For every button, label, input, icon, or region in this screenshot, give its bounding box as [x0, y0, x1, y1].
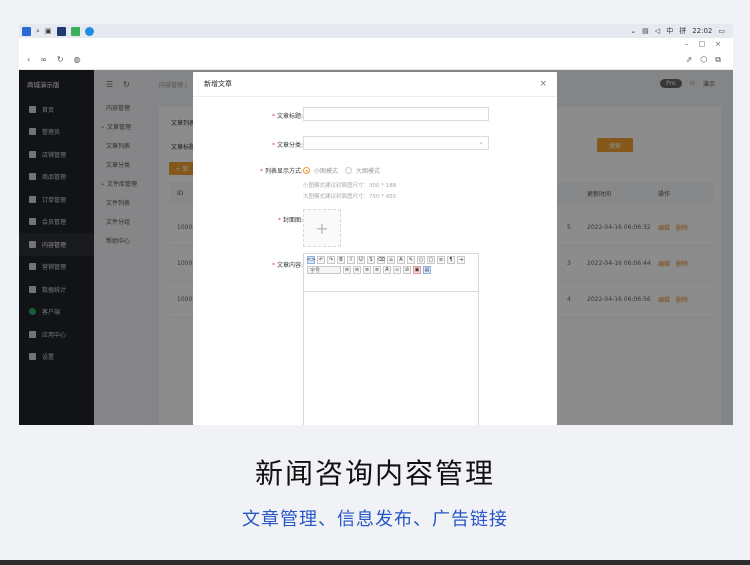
editor-toolbar: <> ↶ ↷ B I U S ⌫ ⌂ A ✎ ○ ▢ ≡ ¶ ⇥ 字号 ≡ ≡ … — [304, 254, 478, 292]
align-left-icon[interactable]: ≡ — [343, 266, 351, 274]
windows-icon[interactable] — [22, 26, 31, 36]
unlink-icon[interactable]: ⊘ — [403, 266, 411, 274]
tray-chevron-icon[interactable]: ⌄ — [630, 27, 636, 35]
redo-icon[interactable]: ↷ — [327, 256, 335, 264]
browser-toolbar: ‹ ∞ ↻ ◍ ⇗ ⬡ ⧉ — [19, 50, 733, 70]
line-height-icon[interactable]: ≡ — [437, 256, 445, 264]
page-title: 新闻咨询内容管理 — [254, 457, 495, 490]
italic-icon[interactable]: I — [347, 256, 355, 264]
ime-mode-badge[interactable]: 拼 — [679, 26, 686, 36]
minimize-button[interactable]: – — [685, 40, 689, 48]
volume-icon[interactable]: ◁ — [655, 27, 660, 35]
case-icon[interactable]: A — [383, 266, 391, 274]
bottom-divider — [0, 560, 750, 565]
html-icon[interactable]: <> — [307, 256, 315, 264]
clear-icon[interactable]: ○ — [417, 256, 425, 264]
cover-upload-button[interactable]: + — [303, 209, 341, 247]
ime-indicator[interactable]: 中 — [666, 26, 673, 36]
task-view-icon[interactable]: ▣ — [45, 27, 52, 35]
display-mode-label: * 列表显示方式: — [259, 168, 303, 175]
link-icon[interactable]: ∞ — [40, 55, 47, 64]
maximize-button[interactable]: □ — [699, 40, 706, 48]
format-brush-icon[interactable]: ⌂ — [387, 256, 395, 264]
globe-icon[interactable]: ◍ — [74, 55, 81, 64]
title-label: * 文章标题: — [271, 113, 303, 120]
indent-icon[interactable]: ⇥ — [457, 256, 465, 264]
pages-icon[interactable]: ⧉ — [715, 55, 721, 65]
network-icon[interactable]: ▤ — [642, 27, 649, 35]
undo-icon[interactable]: ↶ — [317, 256, 325, 264]
align-right-icon[interactable]: ≡ — [363, 266, 371, 274]
bold-icon[interactable]: B — [337, 256, 345, 264]
add-article-modal: 新增文章 × * 文章标题: * 文章分类: ⌄ * 列表显示方式: 小图模式 大图模… — [193, 72, 557, 425]
underline-icon[interactable]: U — [357, 256, 365, 264]
font-size-select[interactable]: 字号 — [307, 266, 341, 274]
notification-icon[interactable]: ▭ — [718, 27, 725, 35]
hint-small: 小图模式建议封面图尺寸：300 * 188 — [303, 183, 397, 189]
close-window-button[interactable]: × — [715, 40, 721, 48]
edge-icon[interactable] — [84, 26, 94, 36]
modal-title: 新增文章 — [193, 72, 557, 97]
category-select[interactable]: ⌄ — [303, 136, 489, 150]
cover-label: * 封面图: — [277, 217, 303, 224]
paragraph-icon[interactable]: ¶ — [447, 256, 455, 264]
eraser-icon[interactable]: ⌫ — [377, 256, 385, 264]
system-taskbar: ⌕ ▣ ⌄ ▤ ◁ 中 拼 22:02 ▭ — [19, 24, 733, 38]
admin-app: 商城演示版 首页 管理员 店铺管理 商品管理 订单管理 会员管理 内容管理 营销… — [19, 70, 733, 425]
share-icon[interactable]: ⇗ — [686, 55, 693, 65]
clock[interactable]: 22:02 — [692, 27, 712, 35]
chevron-down-icon: ⌄ — [478, 138, 484, 146]
radio-small-mode[interactable]: 小图模式 — [303, 166, 338, 175]
box-icon[interactable]: ⬡ — [700, 55, 707, 65]
screen: ⌕ ▣ ⌄ ▤ ◁ 中 拼 22:02 ▭ – □ × ‹ ∞ ↻ ◍ ⇗ ⬡ … — [0, 0, 750, 565]
search-icon[interactable]: ⌕ — [36, 27, 40, 36]
category-label: * 文章分类: — [271, 142, 303, 149]
reload-icon[interactable]: ↻ — [57, 55, 64, 64]
highlight-icon[interactable]: ✎ — [407, 256, 415, 264]
align-justify-icon[interactable]: ≡ — [373, 266, 381, 274]
window-controls: – □ × — [19, 38, 733, 50]
paste-icon[interactable]: ▢ — [427, 256, 435, 264]
link-icon[interactable]: ∞ — [393, 266, 401, 274]
radio-large-mode[interactable]: 大图模式 — [345, 166, 380, 175]
page-subtitle: 文章管理、信息发布、广告链接 — [242, 509, 508, 530]
video-icon[interactable]: ▤ — [423, 266, 431, 274]
back-icon[interactable]: ‹ — [27, 55, 30, 64]
rich-text-editor[interactable]: <> ↶ ↷ B I U S ⌫ ⌂ A ✎ ○ ▢ ≡ ¶ ⇥ 字号 ≡ ≡ … — [303, 253, 479, 425]
wechat-icon[interactable] — [70, 26, 80, 36]
align-center-icon[interactable]: ≡ — [353, 266, 361, 274]
image-icon[interactable]: ▣ — [413, 266, 421, 274]
content-label: * 文章内容: — [271, 262, 303, 269]
hint-large: 大图模式建议封面图尺寸：750 * 455 — [303, 194, 397, 200]
close-icon[interactable]: × — [539, 79, 547, 89]
app-icon[interactable] — [56, 26, 66, 36]
font-color-icon[interactable]: A — [397, 256, 405, 264]
strikethrough-icon[interactable]: S — [367, 256, 375, 264]
title-input[interactable] — [303, 107, 489, 121]
